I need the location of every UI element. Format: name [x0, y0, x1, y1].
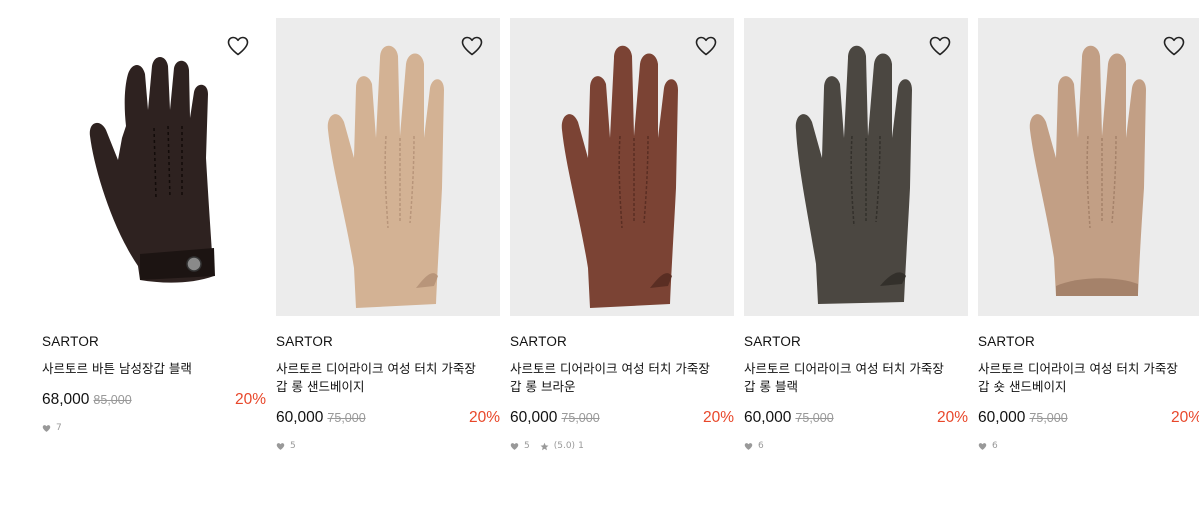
product-meta: 6 — [744, 441, 968, 451]
product-name[interactable]: 사르토르 바튼 남성장갑 블랙 — [42, 360, 252, 378]
product-brand[interactable]: SARTOR — [42, 334, 266, 349]
sale-price: 60,000 — [276, 409, 324, 426]
product-card[interactable]: SARTOR 사르토르 바튼 남성장갑 블랙 68,000 85,000 20%… — [42, 18, 266, 433]
glove-shape — [1029, 45, 1146, 297]
original-price: 75,000 — [795, 411, 834, 425]
star-icon — [540, 442, 549, 450]
sale-price: 60,000 — [510, 409, 558, 426]
price-row: 60,000 75,000 20% — [978, 409, 1199, 431]
product-image[interactable] — [510, 18, 734, 316]
price-row: 68,000 85,000 20% — [42, 391, 266, 413]
product-meta: 6 — [978, 441, 1199, 451]
product-card[interactable]: SARTOR 사르토르 디어라이크 여성 터치 가죽장갑 롱 브라운 60,00… — [510, 18, 734, 451]
product-image[interactable] — [744, 18, 968, 316]
glove-image — [1029, 45, 1146, 297]
heart-outline-icon[interactable] — [1162, 34, 1186, 58]
glove-shape — [89, 57, 215, 283]
product-meta: 5 (5.0) 1 — [510, 441, 734, 451]
heart-icon — [510, 442, 519, 450]
price-row: 60,000 75,000 20% — [276, 409, 500, 431]
discount-rate: 20% — [702, 409, 734, 426]
product-name[interactable]: 사르토르 디어라이크 여성 터치 가죽장갑 숏 샌드베이지 — [978, 360, 1188, 396]
product-name[interactable]: 사르토르 디어라이크 여성 터치 가죽장갑 롱 샌드베이지 — [276, 360, 486, 396]
like-count: 6 — [758, 441, 764, 451]
product-card[interactable]: SARTOR 사르토르 디어라이크 여성 터치 가죽장갑 롱 블랙 60,000… — [744, 18, 968, 451]
product-image[interactable] — [276, 18, 500, 316]
product-image[interactable] — [978, 18, 1199, 316]
product-image[interactable] — [42, 18, 266, 316]
heart-icon — [276, 442, 285, 450]
product-name[interactable]: 사르토르 디어라이크 여성 터치 가죽장갑 롱 블랙 — [744, 360, 954, 396]
discount-rate: 20% — [936, 409, 968, 426]
heart-icon — [744, 442, 753, 450]
review-count: 1 — [578, 441, 584, 451]
product-card[interactable]: SARTOR 사르토르 디어라이크 여성 터치 가죽장갑 롱 샌드베이지 60,… — [276, 18, 500, 451]
glove-image — [327, 45, 444, 309]
price-row: 60,000 75,000 20% — [744, 409, 968, 431]
price-row: 60,000 75,000 20% — [510, 409, 734, 431]
glove-image — [795, 45, 912, 305]
like-count: 5 — [524, 441, 530, 451]
product-brand[interactable]: SARTOR — [978, 334, 1199, 349]
product-meta: 5 — [276, 441, 500, 451]
product-brand[interactable]: SARTOR — [276, 334, 500, 349]
original-price: 75,000 — [327, 411, 366, 425]
like-count: 6 — [992, 441, 998, 451]
heart-outline-icon[interactable] — [226, 34, 250, 58]
glove-shape — [327, 45, 444, 309]
product-brand[interactable]: SARTOR — [744, 334, 968, 349]
sale-price: 68,000 — [42, 391, 90, 408]
rating-score: (5.0) — [553, 441, 576, 451]
heart-icon — [978, 442, 987, 450]
heart-icon — [42, 424, 51, 432]
glove-image — [89, 57, 215, 283]
product-card[interactable]: SARTOR 사르토르 디어라이크 여성 터치 가죽장갑 숏 샌드베이지 60,… — [978, 18, 1199, 451]
heart-outline-icon[interactable] — [928, 34, 952, 58]
original-price: 75,000 — [1029, 411, 1068, 425]
like-count: 5 — [290, 441, 296, 451]
glove-shape — [561, 45, 678, 309]
original-price: 75,000 — [561, 411, 600, 425]
glove-shape — [795, 45, 912, 305]
discount-rate: 20% — [1170, 409, 1199, 426]
discount-rate: 20% — [468, 409, 500, 426]
sale-price: 60,000 — [744, 409, 792, 426]
sale-price: 60,000 — [978, 409, 1026, 426]
product-meta: 7 — [42, 423, 266, 433]
heart-outline-icon[interactable] — [460, 34, 484, 58]
glove-image — [561, 45, 678, 309]
product-brand[interactable]: SARTOR — [510, 334, 734, 349]
product-name[interactable]: 사르토르 디어라이크 여성 터치 가죽장갑 롱 브라운 — [510, 360, 720, 396]
heart-outline-icon[interactable] — [694, 34, 718, 58]
like-count: 7 — [56, 423, 62, 433]
original-price: 85,000 — [93, 393, 132, 407]
discount-rate: 20% — [234, 391, 266, 408]
